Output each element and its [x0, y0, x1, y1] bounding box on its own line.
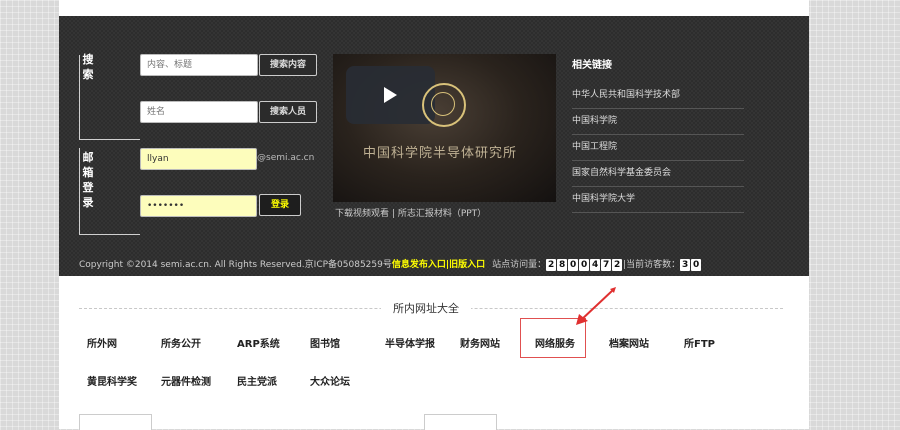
- related-links-list: 中华人民共和国科学技术部 中国科学院 中国工程院 国家自然科学基金委员会 中国科…: [572, 83, 744, 213]
- video-play-button[interactable]: [346, 66, 435, 124]
- seal-logo-icon: [422, 83, 466, 127]
- search-label: 搜索: [82, 53, 94, 81]
- nav-link-forum[interactable]: 大众论坛: [310, 373, 350, 388]
- visits-digit: 2: [546, 258, 557, 271]
- related-link-cae[interactable]: 中国工程院: [572, 135, 744, 161]
- footer-copyright: Copyright ©2014 semi.ac.cn. All Rights R…: [79, 260, 392, 270]
- online-digit: 3: [680, 258, 691, 271]
- nav-link-outside-net[interactable]: 所外网: [87, 335, 117, 350]
- online-digit: 0: [691, 258, 702, 271]
- section-title: 所内网址大全: [381, 300, 471, 316]
- search-content-input[interactable]: [140, 54, 258, 76]
- visits-digit: 7: [601, 258, 612, 271]
- visits-digit: 2: [612, 258, 623, 271]
- visits-digit: 0: [579, 258, 590, 271]
- bottom-tab-left[interactable]: [79, 414, 152, 430]
- nav-link-affairs-public[interactable]: 所务公开: [161, 335, 201, 350]
- video-links: 下载视频观看 | 所志汇报材料（PPT）: [335, 206, 486, 219]
- video-player[interactable]: 中国科学院半导体研究所: [333, 54, 556, 202]
- nav-link-library[interactable]: 图书馆: [310, 335, 340, 350]
- search-person-button[interactable]: 搜索人员: [259, 101, 317, 123]
- related-link-nsfc[interactable]: 国家自然科学基金委员会: [572, 161, 744, 187]
- search-person-input[interactable]: [140, 101, 258, 123]
- bottom-tab-right[interactable]: [424, 414, 497, 430]
- nav-link-huangkun-award[interactable]: 黄昆科学奖: [87, 373, 137, 388]
- nav-link-component-testing[interactable]: 元器件检测: [161, 373, 211, 388]
- nav-link-archives[interactable]: 档案网站: [609, 335, 649, 350]
- red-arrow-annotation: [576, 287, 616, 325]
- footer-publish-link[interactable]: 信息发布入口: [392, 260, 446, 270]
- related-link-most[interactable]: 中华人民共和国科学技术部: [572, 83, 744, 109]
- related-links-title: 相关链接: [572, 60, 612, 71]
- footer-online-label: |当前访客数：: [623, 260, 681, 270]
- visits-digit: 8: [557, 258, 568, 271]
- mail-username-input[interactable]: [140, 148, 257, 170]
- mail-login-button[interactable]: 登录: [259, 194, 301, 216]
- footer-visits-label: 站点访问量：: [492, 260, 547, 270]
- visits-counter: 2800472: [546, 258, 623, 271]
- footer-old-version-link[interactable]: 旧版入口: [449, 260, 485, 270]
- online-counter: 30: [680, 258, 702, 271]
- nav-link-network-service[interactable]: 网络服务: [535, 335, 575, 350]
- mail-domain-suffix: @semi.ac.cn: [257, 153, 315, 163]
- nav-link-journal[interactable]: 半导体学报: [385, 335, 435, 350]
- video-ppt-link[interactable]: 所志汇报材料（PPT）: [398, 209, 486, 219]
- visits-digit: 4: [590, 258, 601, 271]
- nav-link-arp-system[interactable]: ARP系统: [237, 335, 280, 350]
- play-icon: [384, 87, 397, 103]
- search-content-button[interactable]: 搜索内容: [259, 54, 317, 76]
- video-links-separator: |: [391, 209, 395, 219]
- nav-link-ftp[interactable]: 所FTP: [684, 335, 715, 350]
- nav-link-democratic-parties[interactable]: 民主党派: [237, 373, 277, 388]
- related-link-ucas[interactable]: 中国科学院大学: [572, 187, 744, 213]
- mail-label: 邮箱登录: [82, 151, 94, 209]
- video-download-link[interactable]: 下载视频观看: [335, 209, 389, 219]
- related-link-cas[interactable]: 中国科学院: [572, 109, 744, 135]
- video-caption: 中国科学院半导体研究所: [363, 146, 518, 161]
- nav-link-finance[interactable]: 财务网站: [460, 335, 500, 350]
- footer-bar: Copyright ©2014 semi.ac.cn. All Rights R…: [79, 258, 702, 272]
- visits-digit: 0: [568, 258, 579, 271]
- mail-password-input[interactable]: [140, 195, 257, 217]
